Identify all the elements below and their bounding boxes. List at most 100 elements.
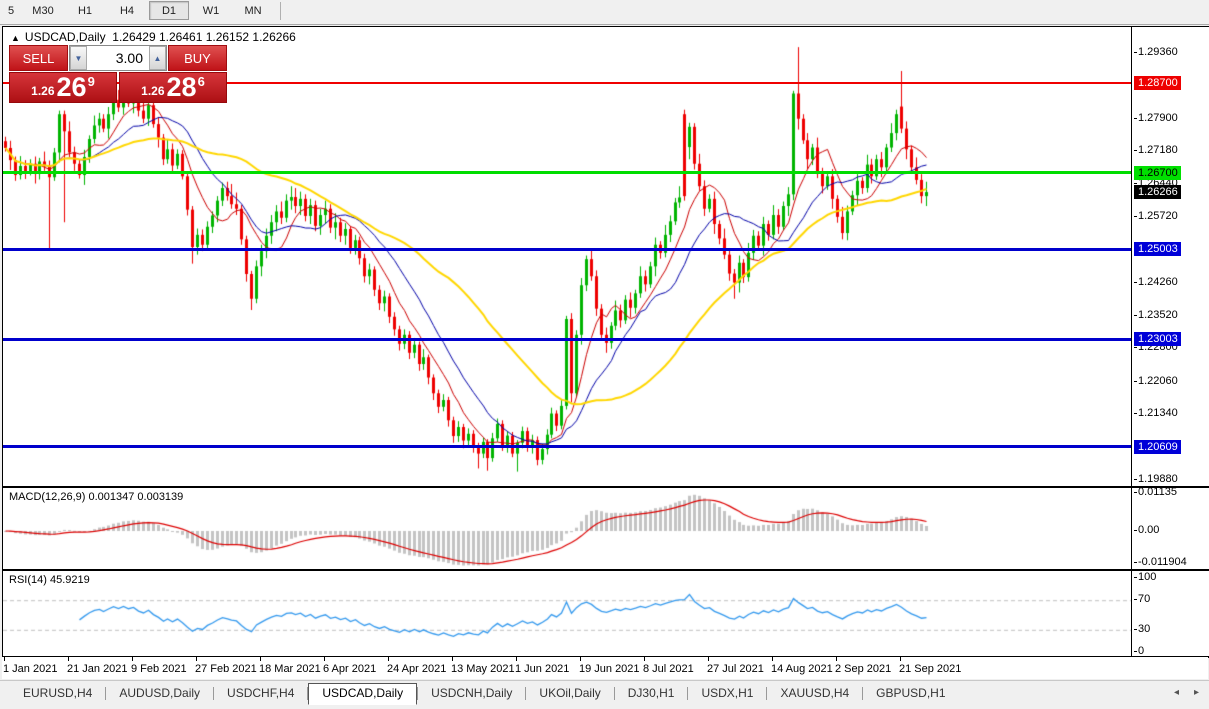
sell-price-sup: 9: [87, 74, 95, 89]
price-axis-tick: 1.27180: [1134, 144, 1178, 157]
time-axis-label: 21 Jan 2021: [66, 663, 128, 675]
time-axis-tick: [323, 657, 325, 661]
chart-symbol-label: USDCAD,Daily: [24, 30, 106, 44]
time-axis[interactable]: 1 Jan 2021 21 Jan 2021 9 Feb 2021 27 Feb 20…: [2, 657, 1208, 679]
horizontal-level-line[interactable]: [3, 247, 1131, 251]
rsi-axis-label: 30: [1133, 622, 1151, 635]
time-axis-tick: [67, 657, 69, 661]
sell-price-box[interactable]: 1.26 26 9: [9, 72, 117, 103]
volume-input[interactable]: [87, 46, 149, 70]
chart-tab-usdcnh[interactable]: USDCNH,Daily: [418, 683, 525, 704]
chart-window: ▲ USDCAD,Daily 1.26429 1.26461 1.26152 1.…: [2, 26, 1209, 658]
time-axis-tick: [195, 657, 197, 661]
panel-separator[interactable]: [3, 569, 1209, 571]
timeframe-button-h4[interactable]: H4: [107, 1, 147, 20]
time-axis-tick: [387, 657, 389, 661]
timeframe-toolbar: 5 M30 H1 H4 D1 W1 MN: [0, 0, 1209, 25]
time-axis-tick: [451, 657, 453, 661]
price-axis-tick: 1.24260: [1134, 275, 1178, 288]
time-axis-tick: [131, 657, 133, 661]
volume-decrease-button[interactable]: ▼: [70, 46, 87, 70]
price-axis-tick: 1.21340: [1134, 406, 1178, 419]
price-badge-red: 1.28700: [1134, 75, 1181, 90]
timeframe-button-h1[interactable]: H1: [65, 1, 105, 20]
price-axis: 1.293601.286401.279001.271801.264401.257…: [1133, 27, 1209, 657]
trading-terminal: 5 M30 H1 H4 D1 W1 MN ▲ USDCAD,Daily 1.26429 1.2…: [0, 0, 1209, 709]
time-axis-tick: [643, 657, 645, 661]
chart-ohlc-readout: 1.26429 1.26461 1.26152 1.26266: [112, 30, 296, 44]
price-axis-divider[interactable]: [1131, 27, 1132, 657]
time-axis-label: 27 Feb 2021: [194, 663, 257, 675]
rsi-axis-label: 70: [1133, 593, 1151, 606]
macd-axis-label: 0.01135: [1134, 486, 1177, 498]
price-badge-blue: 1.25003: [1134, 242, 1181, 257]
buy-button[interactable]: BUY: [168, 45, 227, 71]
horizontal-level-line[interactable]: [3, 171, 1131, 175]
chart-tab-usdchf[interactable]: USDCHF,H4: [214, 683, 307, 704]
sell-button[interactable]: SELL: [9, 45, 68, 71]
tab-scroll-left-icon[interactable]: ◂: [1174, 687, 1179, 698]
time-axis-label: 27 Jul 2021: [706, 663, 764, 675]
sell-price-prefix: 1.26: [31, 84, 55, 98]
price-badge-green: 1.26700: [1134, 165, 1181, 180]
time-axis-tick: [899, 657, 901, 661]
tab-scroll-right-icon[interactable]: ▸: [1194, 687, 1199, 698]
macd-indicator-label: MACD(12,26,9) 0.001347 0.003139: [9, 491, 184, 503]
time-axis-tick: [4, 657, 5, 661]
time-axis-label: 13 May 2021: [450, 663, 515, 675]
time-axis-tick: [771, 657, 773, 661]
chart-tab-xauusd[interactable]: XAUUSD,H4: [767, 683, 862, 704]
time-axis-label: 1 Jun 2021: [514, 663, 570, 675]
time-axis-label: 19 Jun 2021: [578, 663, 640, 675]
collapse-panel-icon[interactable]: ▲: [11, 33, 20, 43]
toolbar-separator: [280, 2, 281, 20]
timeframe-button-d1[interactable]: D1: [149, 1, 189, 20]
chart-tabs: EURUSD,H4 AUDUSD,Daily USDCHF,H4 USDCAD,Dai…: [10, 683, 959, 705]
price-badge-blue: 1.23003: [1134, 332, 1181, 347]
time-axis-tick: [259, 657, 261, 661]
macd-axis-label: 0.00: [1133, 524, 1160, 536]
time-axis-tick: [707, 657, 709, 661]
rsi-axis-label: 0: [1133, 645, 1145, 657]
chart-tab-gbpusd[interactable]: GBPUSD,H1: [863, 683, 958, 704]
price-axis-tick: 1.22060: [1134, 374, 1178, 387]
rsi-axis-label: 100: [1133, 571, 1157, 583]
buy-price-prefix: 1.26: [141, 84, 165, 98]
volume-increase-button[interactable]: ▲: [149, 46, 166, 70]
chart-tab-dj30[interactable]: DJ30,H1: [615, 683, 688, 704]
chart-tab-eurusd[interactable]: EURUSD,H4: [10, 683, 105, 704]
time-axis-tick: [579, 657, 581, 661]
panel-separator[interactable]: [3, 486, 1209, 488]
rsi-indicator-label: RSI(14) 45.9219: [9, 574, 90, 586]
rsi-chart-canvas[interactable]: [3, 572, 1131, 656]
timeframe-button-mn[interactable]: MN: [233, 1, 273, 20]
buy-price-sup: 6: [197, 74, 205, 89]
price-axis-tick: 1.19880: [1134, 472, 1178, 485]
time-axis-label: 24 Apr 2021: [386, 663, 447, 675]
timeframe-button-w1[interactable]: W1: [191, 1, 231, 20]
time-axis-label: 1 Jan 2021: [3, 663, 58, 675]
horizontal-level-line[interactable]: [3, 445, 1131, 449]
timeframe-button-m30[interactable]: M30: [23, 1, 63, 20]
time-axis-label: 18 Mar 2021: [258, 663, 321, 675]
buy-price-box[interactable]: 1.26 28 6: [119, 72, 227, 103]
chart-tab-bar: EURUSD,H4 AUDUSD,Daily USDCHF,H4 USDCAD,Dai…: [0, 680, 1209, 709]
one-click-trade-panel: SELL ▼ ▲ BUY 1.26 26 9 1.26 28 6: [9, 45, 227, 103]
time-axis-label: 9 Feb 2021: [130, 663, 187, 675]
price-badge-blue: 1.20609: [1134, 439, 1181, 454]
chart-tab-ukoil[interactable]: UKOil,Daily: [526, 683, 613, 704]
time-axis-label: 6 Apr 2021: [322, 663, 377, 675]
chart-title: ▲ USDCAD,Daily 1.26429 1.26461 1.26152 1.…: [11, 30, 296, 44]
chart-tab-usdcad[interactable]: USDCAD,Daily: [308, 683, 418, 705]
timeframe-button-5[interactable]: 5: [1, 1, 21, 20]
macd-axis-label: -0.011904: [1134, 556, 1187, 568]
time-axis-tick: [515, 657, 517, 661]
chart-tab-audusd[interactable]: AUDUSD,Daily: [106, 683, 213, 704]
price-axis-tick: 1.29360: [1134, 46, 1178, 58]
chart-tab-usdx[interactable]: USDX,H1: [688, 683, 766, 704]
horizontal-level-line[interactable]: [3, 337, 1131, 341]
price-badge-black: 1.26266: [1134, 185, 1181, 200]
price-axis-tick: 1.25720: [1134, 209, 1178, 222]
time-axis-label: 21 Sep 2021: [898, 663, 962, 675]
time-axis-tick: [835, 657, 837, 661]
